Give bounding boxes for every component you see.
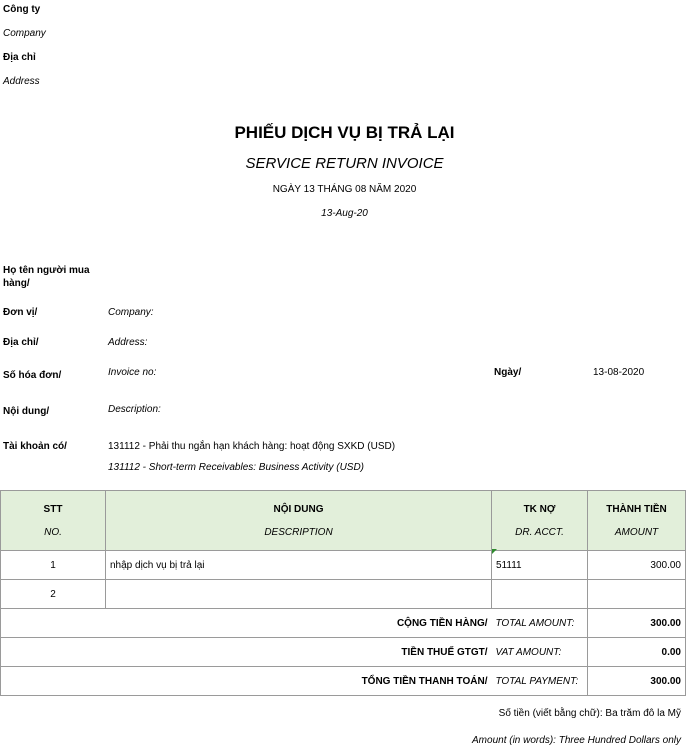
row-dr-acct bbox=[491, 579, 588, 609]
document-date-en: 13-Aug-20 bbox=[321, 208, 368, 219]
row-no: 1 bbox=[0, 550, 106, 580]
total-amount-label-en: TOTAL AMOUNT: bbox=[491, 608, 588, 638]
amount-in-words-en: Amount (in words): Three Hundred Dollars… bbox=[472, 735, 681, 746]
company-label: Công ty bbox=[3, 4, 41, 15]
date-value: 13-08-2020 bbox=[593, 367, 645, 378]
company-address-label: Địa chỉ bbox=[3, 52, 36, 63]
invoice-label: Số hóa đơn/ bbox=[3, 370, 62, 381]
address-label-en: Address: bbox=[108, 337, 148, 348]
vat-amount-label-en: VAT AMOUNT: bbox=[491, 637, 588, 667]
cell-comment-marker bbox=[492, 549, 497, 554]
row-dr-acct: 51111 bbox=[491, 550, 588, 580]
document-date-vn: NGÀY 13 THÁNG 08 NĂM 2020 bbox=[272, 184, 417, 195]
header-description: NỘI DUNG DESCRIPTION bbox=[105, 490, 492, 551]
credit-account-label: Tài khoản có/ bbox=[3, 441, 67, 452]
vat-amount-value: 0.00 bbox=[587, 637, 686, 667]
table-row: 2 bbox=[0, 579, 686, 609]
document-title: PHIẾU DỊCH VỤ BỊ TRẢ LẠI bbox=[234, 123, 455, 142]
unit-label: Đơn vị/ bbox=[3, 307, 38, 318]
content-label: Nội dung/ bbox=[3, 406, 50, 417]
buyer-label-cont: hàng/ bbox=[3, 278, 30, 289]
vat-amount-label: TIỀN THUẾ GTGT/ bbox=[0, 637, 492, 667]
document-subtitle: SERVICE RETURN INVOICE bbox=[245, 155, 444, 172]
total-payment-label-en: TOTAL PAYMENT: bbox=[491, 666, 588, 696]
row-amount bbox=[587, 579, 686, 609]
credit-account-en: 131112 - Short-term Receivables: Busines… bbox=[108, 462, 365, 473]
credit-account-vn: 131112 - Phải thu ngắn hạn khách hàng: h… bbox=[108, 441, 396, 452]
company-label-en: Company bbox=[3, 28, 46, 39]
items-table: STT NO. NỘI DUNG DESCRIPTION TK NỢ DR. A… bbox=[0, 490, 686, 696]
company-address-label-en: Address bbox=[3, 76, 40, 87]
total-payment-row: TỔNG TIỀN THANH TOÁN/ TOTAL PAYMENT: 300… bbox=[0, 666, 686, 696]
header-amount: THÀNH TIỀN AMOUNT bbox=[587, 490, 686, 551]
header-dr-acct: TK NỢ DR. ACCT. bbox=[491, 490, 588, 551]
address-label: Địa chỉ/ bbox=[3, 337, 39, 348]
invoice-label-en: Invoice no: bbox=[108, 367, 157, 378]
unit-label-en: Company: bbox=[108, 307, 154, 318]
vat-row: TIỀN THUẾ GTGT/ VAT AMOUNT: 0.00 bbox=[0, 637, 686, 667]
row-description bbox=[105, 579, 492, 609]
content-label-en: Description: bbox=[108, 404, 161, 415]
buyer-label: Họ tên người mua bbox=[3, 265, 90, 276]
date-label: Ngày/ bbox=[494, 367, 522, 378]
total-payment-label: TỔNG TIỀN THANH TOÁN/ bbox=[0, 666, 492, 696]
total-amount-value: 300.00 bbox=[587, 608, 686, 638]
row-no: 2 bbox=[0, 579, 106, 609]
table-row: 1 nhập dịch vụ bị trả lại 51111 300.00 bbox=[0, 550, 686, 580]
row-amount: 300.00 bbox=[587, 550, 686, 580]
total-payment-value: 300.00 bbox=[587, 666, 686, 696]
total-row: CỘNG TIỀN HÀNG/ TOTAL AMOUNT: 300.00 bbox=[0, 608, 686, 638]
header-no: STT NO. bbox=[0, 490, 106, 551]
amount-in-words-vn: Số tiền (viết bằng chữ): Ba trăm đô la M… bbox=[498, 708, 681, 719]
total-amount-label: CỘNG TIỀN HÀNG/ bbox=[0, 608, 492, 638]
row-description: nhập dịch vụ bị trả lại bbox=[105, 550, 492, 580]
